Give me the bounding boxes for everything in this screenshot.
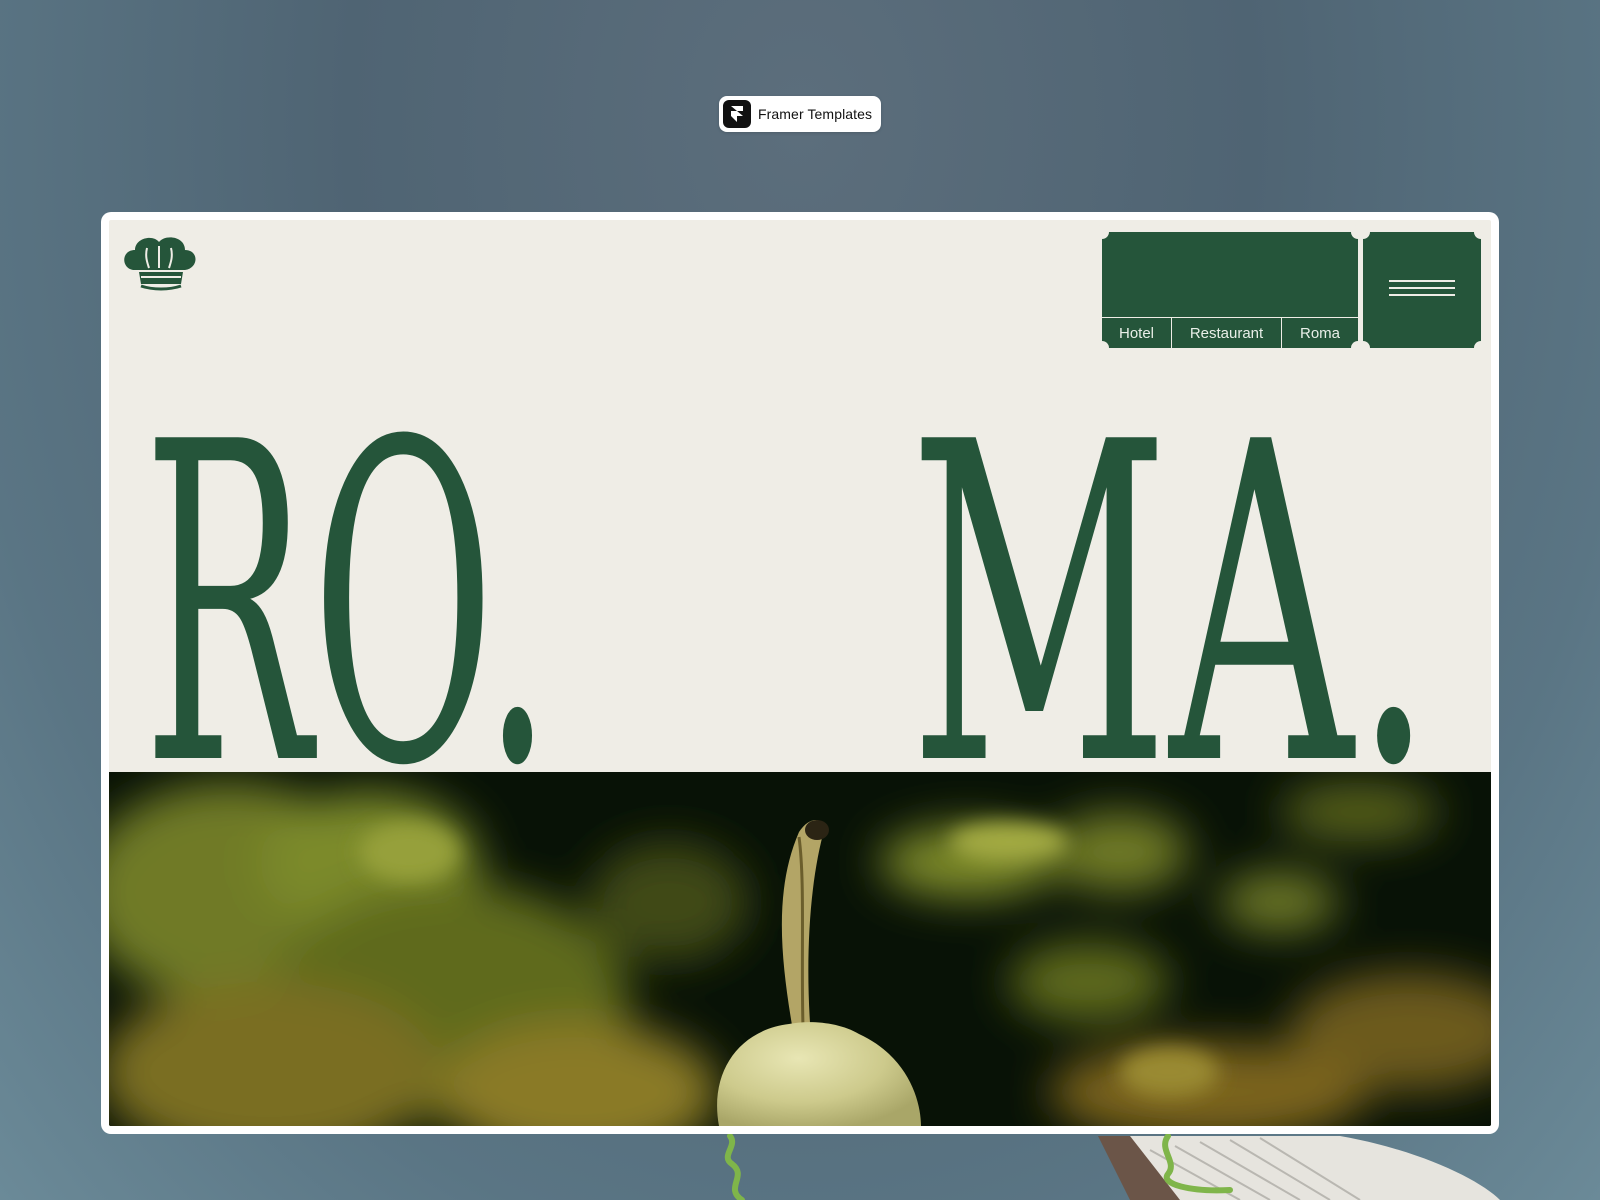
tab-hotel[interactable]: Hotel — [1102, 318, 1172, 348]
ticket-notch — [1474, 341, 1488, 355]
hamburger-menu-icon — [1389, 280, 1455, 296]
framer-templates-badge[interactable]: Framer Templates — [719, 96, 881, 132]
ticket-notch — [1356, 341, 1370, 355]
ticket-notch — [1095, 225, 1109, 239]
menu-button[interactable] — [1356, 225, 1488, 355]
framer-logo-icon — [723, 100, 751, 128]
hero-title-right: MA. — [909, 360, 1434, 780]
hero-title-left: RO. — [143, 360, 553, 780]
chef-hat-icon[interactable] — [119, 230, 199, 294]
nav-ticket: Hotel Restaurant Roma — [1095, 225, 1365, 355]
website-preview: Hotel Restaurant Roma RO. MA. — [109, 220, 1491, 1126]
tab-roma[interactable]: Roma — [1282, 318, 1358, 348]
badge-label: Framer Templates — [758, 106, 873, 122]
ticket-notch — [1474, 225, 1488, 239]
nav-tabs: Hotel Restaurant Roma — [1102, 317, 1358, 348]
tab-restaurant[interactable]: Restaurant — [1172, 318, 1282, 348]
ticket-notch — [1356, 225, 1370, 239]
hero-photo — [109, 772, 1491, 1126]
hero-title: RO. MA. — [109, 350, 1491, 862]
